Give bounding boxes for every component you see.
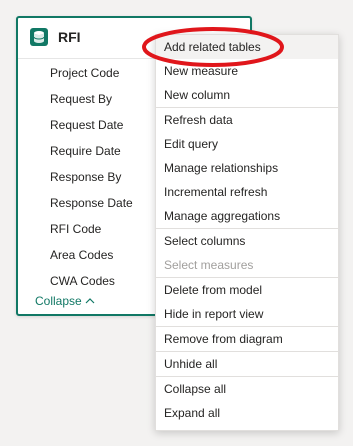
menu-item-hide-in-report-view[interactable]: Hide in report view <box>156 302 338 326</box>
menu-item-new-column[interactable]: New column <box>156 83 338 107</box>
menu-item-add-related-tables[interactable]: Add related tables <box>156 35 338 59</box>
menu-item-manage-aggregations[interactable]: Manage aggregations <box>156 204 338 228</box>
menu-item-edit-query[interactable]: Edit query <box>156 132 338 156</box>
menu-item-refresh-data[interactable]: Refresh data <box>156 108 338 132</box>
menu-item-remove-from-diagram[interactable]: Remove from diagram <box>156 327 338 351</box>
menu-item-delete-from-model[interactable]: Delete from model <box>156 278 338 302</box>
menu-item-unhide-all[interactable]: Unhide all <box>156 352 338 376</box>
collapse-link[interactable]: Collapse <box>35 294 95 308</box>
menu-item-manage-relationships[interactable]: Manage relationships <box>156 156 338 180</box>
menu-item-new-measure[interactable]: New measure <box>156 59 338 83</box>
menu-item-expand-all[interactable]: Expand all <box>156 401 338 425</box>
context-menu: Add related tables New measure New colum… <box>155 34 339 431</box>
table-title: RFI <box>58 29 81 45</box>
table-icon <box>30 28 48 46</box>
menu-item-select-measures: Select measures <box>164 258 254 272</box>
menu-item-select-columns[interactable]: Select columns <box>156 229 338 253</box>
chevron-up-icon <box>85 294 95 308</box>
menu-item-incremental-refresh[interactable]: Incremental refresh <box>156 180 338 204</box>
menu-item-collapse-all[interactable]: Collapse all <box>156 377 338 401</box>
collapse-label: Collapse <box>35 294 82 308</box>
